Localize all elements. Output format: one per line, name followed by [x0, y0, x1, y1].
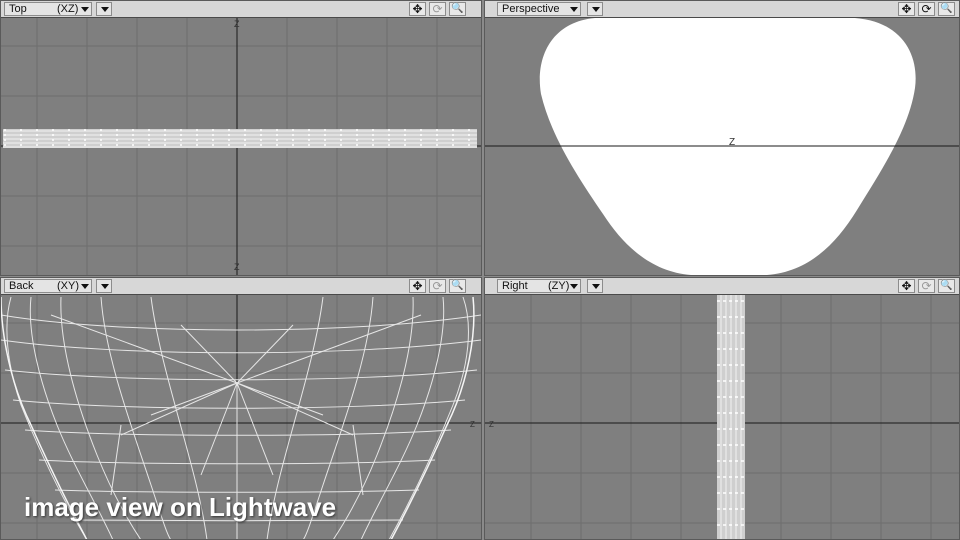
chevron-down-icon	[570, 7, 578, 12]
rotate-icon: ⟳	[921, 279, 932, 293]
viewport-menu-button[interactable]	[96, 2, 112, 16]
axis-marker: Z	[489, 420, 494, 429]
viewport-perspective-header: Perspective ✥ ⟳ 🔍	[485, 1, 959, 18]
rotate-view-button[interactable]: ⟳	[918, 2, 935, 16]
chevron-down-icon	[81, 284, 89, 289]
zoom-icon: 🔍	[940, 280, 953, 291]
viewport-right-canvas[interactable]: Z	[485, 295, 959, 539]
rotate-icon: ⟳	[921, 2, 932, 16]
rotate-view-button[interactable]: ⟳	[429, 279, 446, 293]
zoom-view-button[interactable]: 🔍	[938, 279, 955, 293]
viewport-right[interactable]: Right (ZY) ✥ ⟳ 🔍 Z	[484, 277, 960, 540]
rotate-icon: ⟳	[432, 279, 443, 293]
zoom-view-button[interactable]: 🔍	[938, 2, 955, 16]
chevron-down-icon	[592, 7, 600, 12]
mesh-strip	[3, 129, 477, 148]
view-type-select[interactable]: Right (ZY)	[497, 279, 581, 293]
view-type-label: Back	[9, 280, 34, 292]
right-view-graphic: Z	[485, 295, 959, 539]
perspective-view-graphic: Z	[485, 18, 959, 275]
rotate-icon: ⟳	[432, 2, 443, 16]
chevron-down-icon	[101, 7, 109, 12]
view-type-select[interactable]: Top (XZ)	[4, 2, 92, 16]
zoom-icon: 🔍	[451, 3, 464, 14]
axis-marker: Z	[470, 420, 475, 429]
viewport-menu-button[interactable]	[96, 279, 112, 293]
move-view-button[interactable]: ✥	[898, 279, 915, 293]
axis-label: (ZY)	[548, 280, 570, 292]
viewport-top-canvas[interactable]: Z Z	[1, 18, 481, 275]
caption-overlay: image view on Lightwave	[24, 492, 337, 522]
chevron-down-icon	[101, 284, 109, 289]
top-view-graphic: Z Z	[1, 18, 481, 275]
viewport-perspective-canvas[interactable]: Z	[485, 18, 959, 275]
rotate-view-button[interactable]: ⟳	[918, 279, 935, 293]
viewport-right-header: Right (ZY) ✥ ⟳ 🔍	[485, 278, 959, 295]
move-view-button[interactable]: ✥	[409, 279, 426, 293]
zoom-view-button[interactable]: 🔍	[449, 2, 466, 16]
viewport-top[interactable]: Top (XZ) ✥ ⟳ 🔍 Z Z	[0, 0, 482, 276]
zoom-view-button[interactable]: 🔍	[449, 279, 466, 293]
chevron-down-icon	[592, 284, 600, 289]
view-type-select[interactable]: Back (XY)	[4, 279, 92, 293]
viewport-back-header: Back (XY) ✥ ⟳ 🔍	[1, 278, 481, 295]
axis-label: (XY)	[57, 280, 79, 292]
view-type-select[interactable]: Perspective	[497, 2, 581, 16]
chevron-down-icon	[81, 7, 89, 12]
axis-marker-top: Z	[234, 19, 240, 29]
move-icon: ✥	[412, 279, 423, 293]
axis-marker: Z	[729, 137, 735, 148]
zoom-icon: 🔍	[451, 280, 464, 291]
axis-marker-bottom: Z	[234, 262, 240, 272]
move-icon: ✥	[901, 2, 912, 16]
move-view-button[interactable]: ✥	[409, 2, 426, 16]
move-icon: ✥	[412, 2, 423, 16]
view-type-label: Perspective	[502, 3, 560, 15]
viewport-menu-button[interactable]	[587, 2, 603, 16]
axis-label: (XZ)	[57, 3, 79, 15]
viewport-top-header: Top (XZ) ✥ ⟳ 🔍	[1, 1, 481, 18]
viewport-menu-button[interactable]	[587, 279, 603, 293]
move-icon: ✥	[901, 279, 912, 293]
zoom-icon: 🔍	[940, 3, 953, 14]
viewport-perspective[interactable]: Perspective ✥ ⟳ 🔍 Z	[484, 0, 960, 276]
move-view-button[interactable]: ✥	[898, 2, 915, 16]
chevron-down-icon	[570, 284, 578, 289]
view-type-label: Right	[502, 280, 528, 292]
mesh-column	[717, 295, 745, 539]
view-type-label: Top	[9, 3, 27, 15]
rotate-view-button[interactable]: ⟳	[429, 2, 446, 16]
